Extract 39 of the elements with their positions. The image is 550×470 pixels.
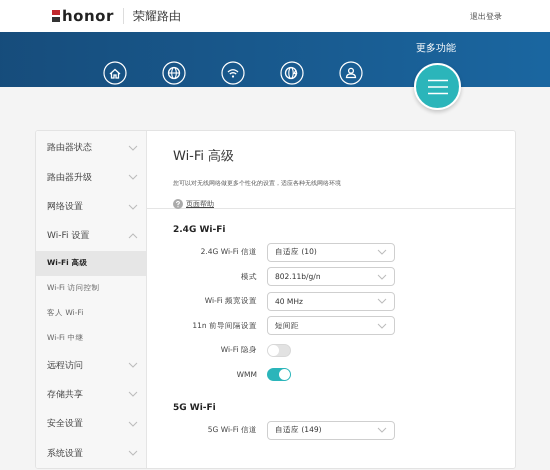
chevron-down-icon (377, 274, 387, 280)
logout-link[interactable]: 退出登录 (470, 10, 502, 22)
chevron-down-icon (128, 174, 138, 180)
chevron-down-icon (377, 322, 387, 329)
more-functions-label: 更多功能 (416, 42, 456, 55)
section-title: 5G Wi-Fi (173, 403, 217, 413)
sidebar-item[interactable]: 远程访问 (36, 350, 146, 380)
chevron-up-icon (128, 232, 138, 239)
help-icon (173, 199, 183, 209)
home-icon[interactable] (103, 61, 127, 85)
menu-button[interactable] (414, 63, 461, 110)
logo-mark-icon (52, 10, 60, 22)
chevron-down-icon (128, 450, 138, 456)
chevron-down-icon (377, 298, 387, 304)
sidebar-item[interactable]: Wi-Fi 设置 (36, 221, 146, 251)
wifi-icon[interactable] (221, 61, 245, 85)
sidebar-item[interactable]: 系统设置 (36, 438, 146, 468)
chevron-down-icon (128, 144, 138, 151)
sidebar-item[interactable]: 网络设置 (36, 192, 146, 222)
chevron-down-icon (128, 391, 138, 398)
chevron-down-icon (128, 362, 138, 368)
chevron-down-icon (128, 420, 138, 427)
sidebar-item[interactable]: 路由器状态 (36, 133, 146, 162)
toggle-switch[interactable] (267, 368, 291, 382)
chevron-down-icon (377, 249, 387, 256)
sidebar-item[interactable]: 安全设置 (36, 409, 146, 439)
chevron-down-icon (128, 204, 138, 210)
app-title: 荣耀路由 (122, 8, 181, 24)
chevron-down-icon (377, 427, 387, 434)
sidebar-item[interactable]: 存储共享 (36, 380, 146, 410)
brand-logo: honor (62, 7, 114, 25)
globe-icon[interactable] (162, 61, 186, 85)
sidebar-item[interactable]: 路由器升级 (36, 162, 146, 192)
user-icon[interactable] (339, 61, 363, 85)
page-title: Wi-Fi 高级 (173, 148, 236, 165)
menu-icon (426, 78, 448, 94)
section-title: 2.4G Wi-Fi (173, 225, 226, 235)
toggle-switch[interactable] (267, 344, 291, 357)
globe-lightning-icon[interactable] (280, 61, 304, 85)
